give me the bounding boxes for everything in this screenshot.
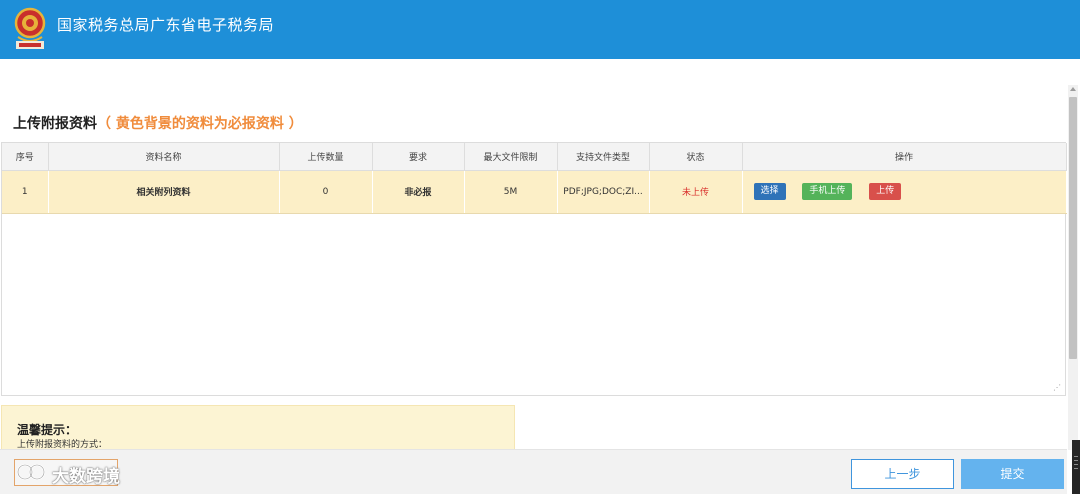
col-max-size: 最大文件限制 bbox=[464, 143, 558, 171]
app-title: 国家税务总局广东省电子税务局 bbox=[57, 16, 275, 34]
mobile-upload-button[interactable]: 手机上传 bbox=[802, 183, 853, 200]
vertical-scrollbar[interactable] bbox=[1068, 85, 1078, 450]
choose-button[interactable]: 选择 bbox=[753, 183, 786, 200]
row-actions: 选择 手机上传 上传 bbox=[742, 170, 1067, 214]
attachments-table: 序号 资料名称 上传数量 要求 最大文件限制 支持文件类型 状态 操作 1 相关… bbox=[1, 142, 1067, 396]
app-header: 国家税务总局广东省电子税务局 bbox=[0, 0, 1080, 59]
tips-title: 温馨提示： bbox=[17, 423, 78, 437]
row-count: 0 bbox=[279, 170, 373, 214]
row-status: 未上传 bbox=[649, 170, 743, 214]
row-index: 1 bbox=[2, 170, 49, 214]
section-title-text: 上传附报资料 bbox=[13, 116, 97, 132]
side-handle[interactable] bbox=[1072, 440, 1080, 494]
row-max-size: 5M bbox=[464, 170, 558, 214]
row-requirement: 非必报 bbox=[372, 170, 465, 214]
tax-emblem-icon bbox=[14, 7, 46, 49]
col-file-types: 支持文件类型 bbox=[557, 143, 650, 171]
col-count: 上传数量 bbox=[279, 143, 373, 171]
col-index: 序号 bbox=[2, 143, 49, 171]
watermark: 大数跨境 bbox=[12, 459, 152, 489]
page: 国家税务总局广东省电子税务局 上传附报资料（ 黄色背景的资料为必报资料 ） 序号… bbox=[0, 0, 1080, 494]
col-actions: 操作 bbox=[742, 143, 1067, 171]
col-requirement: 要求 bbox=[372, 143, 465, 171]
table-row[interactable]: 1 相关附列资料 0 非必报 5M PDF;JPG;DOC;ZI... 未上传 … bbox=[2, 170, 1067, 214]
section-title: 上传附报资料（ 黄色背景的资料为必报资料 ） bbox=[13, 113, 303, 133]
col-name: 资料名称 bbox=[48, 143, 280, 171]
row-file-types: PDF;JPG;DOC;ZI... bbox=[557, 170, 650, 214]
col-status: 状态 bbox=[649, 143, 743, 171]
scroll-up-arrow-icon[interactable] bbox=[1070, 87, 1076, 91]
row-name: 相关附列资料 bbox=[48, 170, 280, 214]
upload-button[interactable]: 上传 bbox=[869, 183, 902, 200]
required-note: （ 黄色背景的资料为必报资料 ） bbox=[97, 116, 303, 132]
resize-grip-icon[interactable]: ⋰ bbox=[1053, 383, 1061, 392]
table-header-row: 序号 资料名称 上传数量 要求 最大文件限制 支持文件类型 状态 操作 bbox=[2, 143, 1067, 171]
submit-button[interactable]: 提交 bbox=[961, 459, 1064, 489]
watermark-logo-icon bbox=[17, 464, 45, 480]
tips-box: 温馨提示： 上传附报资料的方式： bbox=[1, 405, 515, 455]
prev-step-button[interactable]: 上一步 bbox=[851, 459, 954, 489]
watermark-text: 大数跨境 bbox=[52, 467, 120, 487]
scrollbar-thumb[interactable] bbox=[1069, 97, 1077, 359]
